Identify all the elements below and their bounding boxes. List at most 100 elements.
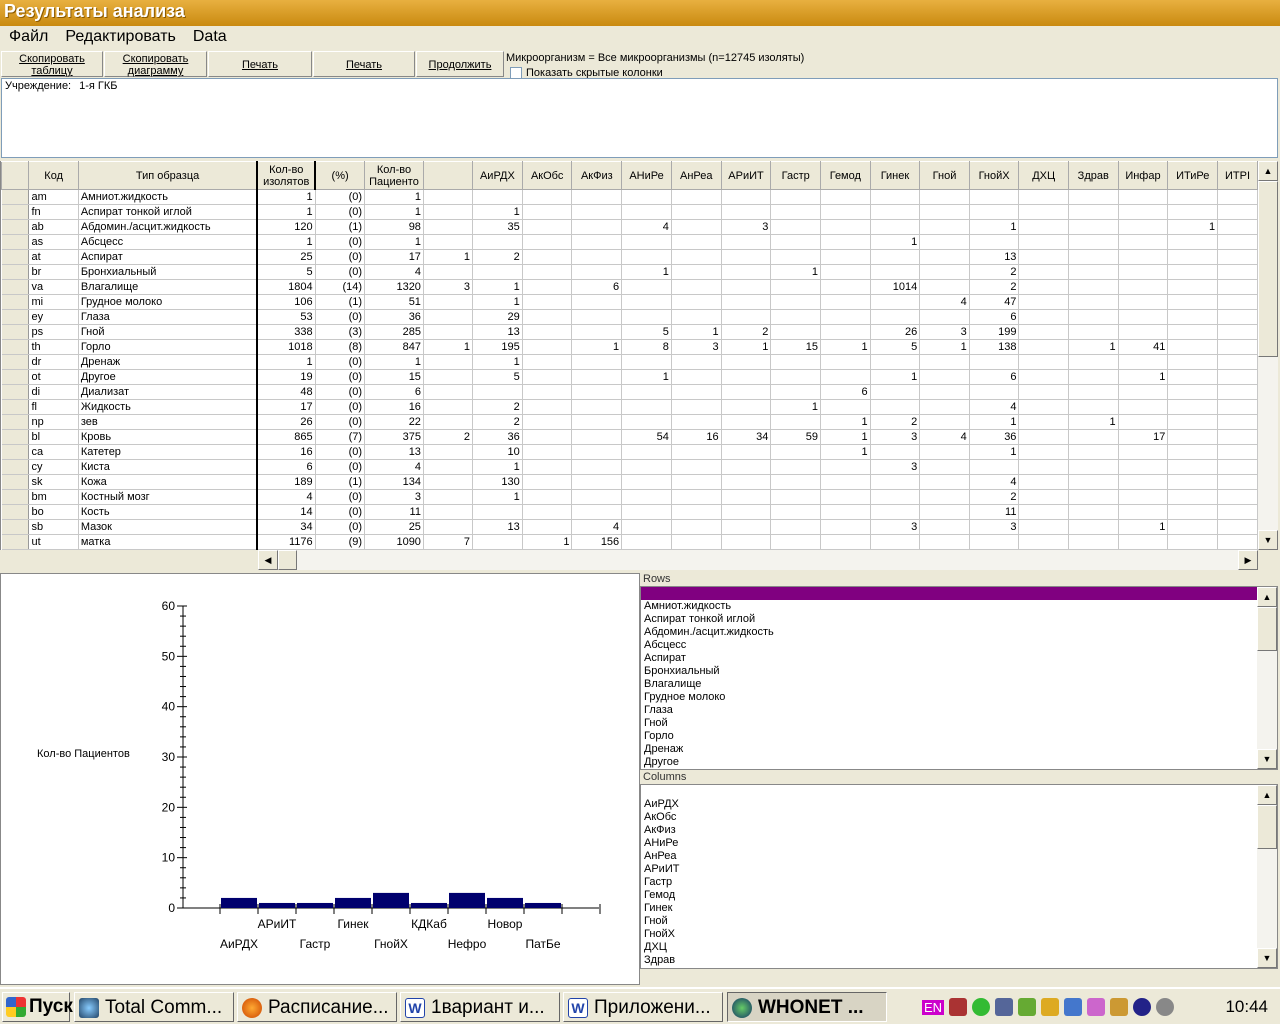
table-cell[interactable] — [770, 219, 821, 235]
table-cell[interactable] — [1018, 339, 1069, 355]
table-cell[interactable]: (0) — [315, 204, 366, 220]
table-cell[interactable] — [770, 414, 821, 430]
table-cell[interactable] — [1118, 264, 1169, 280]
table-cell[interactable]: 34 — [257, 519, 316, 535]
table-cell[interactable]: 7 — [423, 534, 474, 550]
table-cell[interactable] — [522, 399, 573, 415]
table-cell[interactable]: 13 — [472, 519, 523, 535]
table-cell[interactable] — [770, 489, 821, 505]
table-cell[interactable] — [919, 504, 970, 520]
table-cell[interactable]: at — [28, 249, 79, 265]
table-cell[interactable]: 1090 — [364, 534, 424, 550]
table-cell[interactable]: 6 — [364, 384, 424, 400]
table-cell[interactable] — [919, 249, 970, 265]
table-cell[interactable] — [571, 234, 623, 250]
table-cell[interactable] — [1167, 309, 1219, 325]
table-cell[interactable]: 1 — [472, 489, 523, 505]
table-cell[interactable] — [522, 429, 573, 445]
table-cell[interactable] — [721, 294, 772, 310]
table-cell[interactable] — [1018, 279, 1069, 295]
table-cell[interactable]: ut — [28, 534, 79, 550]
table-cell[interactable] — [671, 504, 722, 520]
table-cell[interactable] — [1018, 399, 1069, 415]
table-cell[interactable] — [571, 459, 623, 475]
row-selector[interactable] — [1, 384, 30, 400]
table-cell[interactable] — [423, 204, 474, 220]
table-cell[interactable]: di — [28, 384, 79, 400]
table-cell[interactable] — [1217, 474, 1258, 490]
table-cell[interactable] — [621, 249, 672, 265]
table-cell[interactable]: 41 — [1118, 339, 1169, 355]
table-cell[interactable]: (0) — [315, 384, 366, 400]
table-cell[interactable]: 120 — [257, 219, 316, 235]
table-cell[interactable] — [522, 519, 573, 535]
table-cell[interactable]: 1 — [423, 339, 474, 355]
table-cell[interactable] — [721, 369, 772, 385]
table-cell[interactable]: 5 — [257, 264, 316, 280]
row-selector[interactable] — [1, 234, 30, 250]
table-cell[interactable] — [522, 444, 573, 460]
table-cell[interactable] — [919, 399, 970, 415]
table-cell[interactable] — [621, 189, 672, 205]
table-cell[interactable]: 25 — [364, 519, 424, 535]
table-cell[interactable] — [423, 399, 474, 415]
table-cell[interactable]: 4 — [364, 459, 424, 475]
table-cell[interactable] — [1068, 309, 1119, 325]
row-selector[interactable] — [1, 324, 30, 340]
table-cell[interactable]: ab — [28, 219, 79, 235]
table-cell[interactable] — [1217, 309, 1258, 325]
table-cell[interactable]: 54 — [621, 429, 672, 445]
table-cell[interactable] — [571, 399, 623, 415]
table-cell[interactable] — [522, 354, 573, 370]
table-cell[interactable]: 1 — [257, 234, 316, 250]
table-cell[interactable]: 6 — [257, 459, 316, 475]
table-cell[interactable] — [1118, 294, 1169, 310]
table-cell[interactable]: 3 — [870, 429, 921, 445]
table-cell[interactable] — [1217, 249, 1258, 265]
rows-scroll-down[interactable]: ▼ — [1257, 749, 1277, 769]
table-cell[interactable] — [1217, 414, 1258, 430]
column-header[interactable]: АиРДХ — [472, 161, 523, 190]
table-cell[interactable] — [1068, 519, 1119, 535]
table-cell[interactable] — [1018, 204, 1069, 220]
column-header[interactable]: ГнойХ — [968, 161, 1020, 190]
table-cell[interactable]: 1 — [364, 234, 424, 250]
table-cell[interactable] — [770, 369, 821, 385]
table-row[interactable]: th Горло 1018 (8) 847 1 195 1 8 3 1 15 1 5 1 138 1 41 — [1, 339, 1258, 355]
table-cell[interactable] — [721, 384, 772, 400]
table-cell[interactable]: Аспират — [78, 249, 259, 265]
rows-list-item[interactable]: Глаза — [641, 704, 1277, 717]
table-cell[interactable] — [1068, 429, 1119, 445]
table-cell[interactable]: am — [28, 189, 79, 205]
table-cell[interactable] — [1068, 279, 1119, 295]
table-cell[interactable]: 4 — [969, 399, 1020, 415]
table-cell[interactable] — [969, 354, 1020, 370]
column-header[interactable]: Гинек — [869, 161, 921, 190]
table-cell[interactable]: 10 — [472, 444, 523, 460]
table-cell[interactable] — [721, 459, 772, 475]
table-cell[interactable] — [1068, 459, 1119, 475]
table-cell[interactable] — [969, 234, 1020, 250]
table-cell[interactable] — [423, 519, 474, 535]
table-cell[interactable]: 29 — [472, 309, 523, 325]
table-cell[interactable] — [820, 504, 871, 520]
table-cell[interactable] — [919, 474, 970, 490]
table-cell[interactable]: 53 — [257, 309, 316, 325]
table-cell[interactable]: bm — [28, 489, 79, 505]
tray-display-icon[interactable] — [1064, 998, 1083, 1016]
table-cell[interactable]: 199 — [969, 324, 1020, 340]
table-cell[interactable] — [1068, 189, 1119, 205]
table-cell[interactable]: va — [28, 279, 79, 295]
column-header[interactable]: ИТРI — [1217, 161, 1258, 190]
table-cell[interactable]: 3 — [721, 219, 772, 235]
table-cell[interactable] — [1167, 384, 1219, 400]
table-cell[interactable] — [820, 489, 871, 505]
columns-scroll-up[interactable]: ▲ — [1257, 785, 1277, 805]
table-cell[interactable]: 1 — [621, 369, 672, 385]
row-selector[interactable] — [1, 189, 30, 205]
table-cell[interactable] — [1167, 264, 1219, 280]
table-cell[interactable] — [1118, 384, 1169, 400]
table-cell[interactable] — [571, 414, 623, 430]
table-cell[interactable]: 1 — [969, 219, 1020, 235]
table-cell[interactable] — [770, 234, 821, 250]
